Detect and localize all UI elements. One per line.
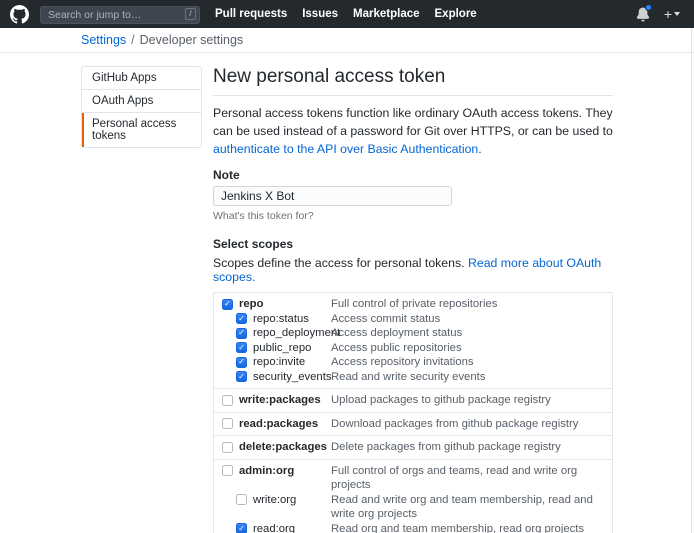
scope-group: read:packages Download packages from gith… xyxy=(214,413,612,437)
sidebar-item-oauth-apps[interactable]: OAuth Apps xyxy=(82,90,201,113)
notifications-button[interactable] xyxy=(636,7,650,22)
page-title: New personal access token xyxy=(213,66,613,96)
scope-label: read:org xyxy=(253,522,295,533)
scope-label: write:org xyxy=(253,493,296,508)
header-nav: Pull requests Issues Marketplace Explore xyxy=(215,8,477,20)
nav-pull-requests[interactable]: Pull requests xyxy=(215,8,287,20)
caret-down-icon xyxy=(674,12,680,16)
scope-checkbox-checked[interactable]: ✓ xyxy=(236,357,247,368)
header-right: + xyxy=(636,6,680,22)
scope-checkbox[interactable] xyxy=(222,395,233,406)
nav-explore[interactable]: Explore xyxy=(435,8,477,20)
scope-row: ✓ repo Full control of private repositorie… xyxy=(222,297,604,312)
scope-checkbox-checked[interactable]: ✓ xyxy=(236,523,247,533)
scopes-text: Scopes define the access for personal to… xyxy=(213,256,468,270)
scope-label: security_events xyxy=(253,370,332,385)
scope-description: Read and write security events xyxy=(331,370,604,385)
scope-row: delete:packages Delete packages from gith… xyxy=(222,440,604,455)
page-content: GitHub Apps OAuth Apps Personal access t… xyxy=(0,53,694,533)
notification-dot xyxy=(645,4,652,11)
intro-text: Personal access tokens function like ord… xyxy=(213,104,613,158)
breadcrumb-settings-link[interactable]: Settings xyxy=(81,33,126,47)
nav-marketplace[interactable]: Marketplace xyxy=(353,8,419,20)
scope-row: ✓ security_eventsRead and write security … xyxy=(222,370,604,385)
scope-label: public_repo xyxy=(253,341,311,356)
scrollbar[interactable] xyxy=(691,28,692,533)
scope-description: Access public repositories xyxy=(331,341,604,356)
scope-description: Full control of private repositories xyxy=(331,297,604,312)
note-help-link[interactable]: What's this token for? xyxy=(213,210,314,222)
scope-row: ✓ read:org Read org and team membership, r… xyxy=(222,522,604,533)
scope-row: ✓ repo:invite Access repository invitation… xyxy=(222,355,604,370)
scope-row: ✓ repo:status Access commit status xyxy=(222,312,604,327)
sidebar-item-personal-access-tokens[interactable]: Personal access tokens xyxy=(82,113,201,147)
select-scopes-label: Select scopes xyxy=(213,237,613,251)
create-new-button[interactable]: + xyxy=(664,6,680,22)
scope-row: write:packages Upload packages to github … xyxy=(222,393,604,408)
scope-checkbox[interactable] xyxy=(222,442,233,453)
main-panel: New personal access token Personal acces… xyxy=(213,66,613,533)
scope-group: write:packages Upload packages to github … xyxy=(214,389,612,413)
scope-checkbox-checked[interactable]: ✓ xyxy=(236,313,247,324)
note-input[interactable] xyxy=(213,186,452,206)
scope-label: write:packages xyxy=(239,393,321,408)
slash-key-hint: / xyxy=(185,8,196,20)
header-search: / xyxy=(40,5,200,24)
scope-group: ✓repoFull control of private repositorie… xyxy=(214,293,612,389)
breadcrumb: Settings / Developer settings xyxy=(0,28,694,53)
scope-group: delete:packages Delete packages from gith… xyxy=(214,436,612,460)
sidebar-item-github-apps[interactable]: GitHub Apps xyxy=(82,67,201,90)
scope-checkbox[interactable] xyxy=(236,494,247,505)
scope-row: ✓ repo_deploymentAccess deployment status xyxy=(222,326,604,341)
scope-row: write:org Read and write org and team mem… xyxy=(222,493,604,522)
intro-body: Personal access tokens function like ord… xyxy=(213,106,613,138)
plus-icon: + xyxy=(664,6,672,22)
breadcrumb-separator: / xyxy=(131,33,134,47)
intro-period: . xyxy=(478,142,481,156)
scope-checkbox-checked[interactable]: ✓ xyxy=(236,342,247,353)
scope-label: repo:status xyxy=(253,312,309,327)
scope-label: repo xyxy=(239,297,263,312)
scope-label: read:packages xyxy=(239,417,318,432)
scope-label: repo_deployment xyxy=(253,326,340,341)
scope-description: Read and write org and team membership, … xyxy=(331,493,604,522)
scope-checkbox-checked[interactable]: ✓ xyxy=(222,299,233,310)
search-input[interactable] xyxy=(40,6,200,24)
scope-table: ✓repoFull control of private repositorie… xyxy=(213,292,613,533)
scope-description: Access commit status xyxy=(331,312,604,327)
scopes-description: Scopes define the access for personal to… xyxy=(213,256,613,284)
scope-description: Access repository invitations xyxy=(331,355,604,370)
scope-description: Upload packages to github package regist… xyxy=(331,393,604,408)
scope-label: admin:org xyxy=(239,464,294,479)
scope-row: read:packages Download packages from gith… xyxy=(222,417,604,432)
scope-checkbox-checked[interactable]: ✓ xyxy=(236,371,247,382)
scope-checkbox-checked[interactable]: ✓ xyxy=(236,328,247,339)
scope-label: delete:packages xyxy=(239,440,327,455)
scope-description: Access deployment status xyxy=(331,326,604,341)
developer-settings-menu: GitHub Apps OAuth Apps Personal access t… xyxy=(81,66,202,148)
breadcrumb-current: Developer settings xyxy=(140,33,244,47)
app-header: / Pull requests Issues Marketplace Explo… xyxy=(0,0,694,28)
scope-row: ✓ public_repo Access public repositories xyxy=(222,341,604,356)
scope-label: repo:invite xyxy=(253,355,305,370)
scope-checkbox[interactable] xyxy=(222,418,233,429)
nav-issues[interactable]: Issues xyxy=(302,8,338,20)
scope-group: admin:org Full control of orgs and teams,… xyxy=(214,460,612,533)
scope-description: Full control of orgs and teams, read and… xyxy=(331,464,604,493)
scope-description: Download packages from github package re… xyxy=(331,417,604,432)
scope-description: Read org and team membership, read org p… xyxy=(331,522,604,533)
github-logo-icon[interactable] xyxy=(10,5,29,24)
scope-description: Delete packages from github package regi… xyxy=(331,440,604,455)
scope-checkbox[interactable] xyxy=(222,465,233,476)
scope-row: admin:org Full control of orgs and teams,… xyxy=(222,464,604,493)
basic-auth-link[interactable]: authenticate to the API over Basic Authe… xyxy=(213,142,478,156)
note-label: Note xyxy=(213,168,613,182)
